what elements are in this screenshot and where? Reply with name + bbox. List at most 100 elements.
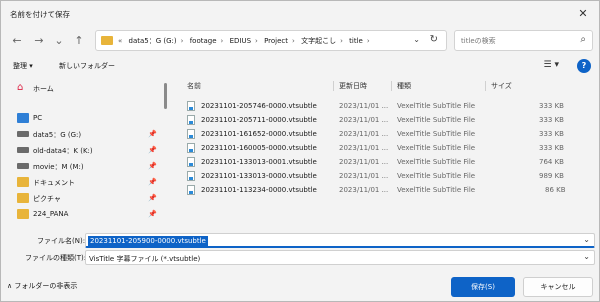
column-header-date[interactable]: 更新日時	[339, 81, 367, 91]
search-input[interactable]: titleの検索 ⌕	[454, 30, 593, 51]
file-size: 333 KB	[539, 144, 564, 152]
file-row[interactable]: 20231101-133013-0001.vtsubtle 2023/11/01…	[177, 155, 595, 169]
close-icon[interactable]: ✕	[575, 6, 591, 22]
up-arrow-icon[interactable]: ↑	[71, 33, 87, 49]
hide-folders-toggle[interactable]: ∧ フォルダーの非表示	[7, 281, 77, 291]
sidebar-item-data5[interactable]: data5：G (G:) 📌	[15, 127, 161, 143]
help-icon[interactable]: ?	[577, 59, 591, 73]
file-size: 86 KB	[545, 186, 566, 194]
file-type: VexelTitle SubTitle File	[397, 116, 476, 124]
file-size: 333 KB	[539, 130, 564, 138]
file-name: 20231101-160005-0000.vtsubtle	[201, 144, 317, 152]
navigation-pane: ⌂ ホーム PC data5：G (G:) 📌 old-data4：K (K:)…	[1, 77, 165, 225]
forward-arrow-icon[interactable]: →	[31, 33, 47, 49]
folder-icon	[17, 177, 29, 187]
subtitle-file-icon	[187, 143, 195, 153]
breadcrumb-item[interactable]: footage	[190, 37, 217, 45]
chevron-down-icon[interactable]: ⌄	[583, 252, 590, 261]
organize-button[interactable]: 整理 ▾	[13, 61, 33, 71]
file-row[interactable]: 20231101-205746-0000.vtsubtle 2023/11/01…	[177, 99, 595, 113]
save-options-panel: ファイル名(N): 20231101-205900-0000.vtsubtle …	[1, 225, 599, 302]
file-type: VexelTitle SubTitle File	[397, 186, 476, 194]
save-as-dialog: 名前を付けて保存 ✕ ← → ⌄ ↑ « data5：G (G:) › foota…	[0, 0, 600, 302]
column-header-name[interactable]: 名前	[187, 81, 201, 91]
refresh-icon[interactable]: ↻	[430, 34, 438, 45]
breadcrumb-item[interactable]: Project	[264, 37, 288, 45]
breadcrumb-overflow[interactable]: «	[118, 37, 122, 45]
filetype-value: VisTitle 字幕ファイル (*.vtsubtle)	[89, 255, 201, 263]
pin-icon[interactable]: 📌	[148, 210, 157, 218]
sidebar-item-documents[interactable]: ドキュメント 📌	[15, 175, 161, 191]
sidebar-item-label: 224_PANA	[33, 210, 69, 218]
filename-field[interactable]: 20231101-205900-0000.vtsubtle ⌄	[85, 233, 595, 248]
breadcrumb-item[interactable]: 文字起こし	[301, 37, 336, 45]
file-type: VexelTitle SubTitle File	[397, 102, 476, 110]
navigation-bar: ← → ⌄ ↑ « data5：G (G:) › footage › EDIUS › …	[1, 27, 599, 55]
filetype-select[interactable]: VisTitle 字幕ファイル (*.vtsubtle) ⌄	[85, 250, 595, 265]
sidebar-item-home[interactable]: ⌂ ホーム	[15, 81, 161, 97]
breadcrumb-item[interactable]: data5：G (G:)	[129, 37, 177, 45]
new-folder-button[interactable]: 新しいフォルダー	[59, 61, 115, 71]
home-icon: ⌂	[17, 82, 24, 93]
breadcrumb-item[interactable]: title	[349, 37, 363, 45]
sidebar-item-224-pana[interactable]: 224_PANA 📌	[15, 207, 161, 223]
sidebar-item-pictures[interactable]: ピクチャ 📌	[15, 191, 161, 207]
file-date: 2023/11/01 ...	[339, 116, 389, 124]
recent-locations-chevron-icon[interactable]: ⌄	[51, 33, 67, 49]
sidebar-item-label: old-data4：K (K:)	[33, 147, 93, 155]
file-row[interactable]: 20231101-161652-0000.vtsubtle 2023/11/01…	[177, 127, 595, 141]
address-bar[interactable]: « data5：G (G:) › footage › EDIUS › Project ›…	[95, 30, 447, 51]
back-arrow-icon[interactable]: ←	[9, 33, 25, 49]
breadcrumb-item[interactable]: EDIUS	[230, 37, 251, 45]
cancel-button[interactable]: キャンセル	[523, 277, 593, 297]
file-name: 20231101-133013-0001.vtsubtle	[201, 158, 317, 166]
sidebar-item-label: ホーム	[33, 85, 54, 93]
pin-icon[interactable]: 📌	[148, 146, 157, 154]
chevron-down-icon[interactable]: ⌄	[583, 235, 590, 244]
save-button[interactable]: 保存(S)	[451, 277, 515, 297]
file-name: 20231101-133013-0000.vtsubtle	[201, 172, 317, 180]
folder-icon	[17, 193, 29, 203]
drive-icon	[17, 131, 29, 137]
sidebar-scrollbar[interactable]	[164, 83, 167, 109]
file-name: 20231101-113234-0000.vtsubtle	[201, 186, 317, 194]
file-size: 989 KB	[539, 172, 564, 180]
file-row[interactable]: 20231101-160005-0000.vtsubtle 2023/11/01…	[177, 141, 595, 155]
subtitle-file-icon	[187, 185, 195, 195]
file-row[interactable]: 20231101-113234-0000.vtsubtle 2023/11/01…	[177, 183, 595, 197]
file-type: VexelTitle SubTitle File	[397, 172, 476, 180]
address-dropdown-icon[interactable]: ⌄	[413, 35, 420, 44]
subtitle-file-icon	[187, 129, 195, 139]
pin-icon[interactable]: 📌	[148, 194, 157, 202]
file-date: 2023/11/01 ...	[339, 144, 389, 152]
file-row[interactable]: 20231101-205711-0000.vtsubtle 2023/11/01…	[177, 113, 595, 127]
pin-icon[interactable]: 📌	[148, 162, 157, 170]
sidebar-item-label: ピクチャ	[33, 195, 61, 203]
sidebar-item-pc[interactable]: PC	[15, 111, 161, 127]
title-bar: 名前を付けて保存 ✕	[1, 1, 599, 27]
sidebar-item-label: movie：M (M:)	[33, 163, 84, 171]
file-type: VexelTitle SubTitle File	[397, 158, 476, 166]
file-date: 2023/11/01 ...	[339, 158, 389, 166]
column-header-type[interactable]: 種類	[397, 81, 411, 91]
sidebar-item-label: PC	[33, 114, 43, 122]
file-size: 333 KB	[539, 102, 564, 110]
view-options-icon[interactable]: ☰ ▾	[544, 60, 559, 70]
file-name: 20231101-205711-0000.vtsubtle	[201, 116, 317, 124]
drive-icon	[17, 163, 29, 169]
file-date: 2023/11/01 ...	[339, 102, 389, 110]
file-row[interactable]: 20231101-133013-0000.vtsubtle 2023/11/01…	[177, 169, 595, 183]
pin-icon[interactable]: 📌	[148, 130, 157, 138]
column-header-size[interactable]: サイズ	[491, 81, 512, 91]
search-icon: ⌕	[580, 34, 586, 45]
folder-icon	[17, 209, 29, 219]
sidebar-item-old-data4[interactable]: old-data4：K (K:) 📌	[15, 143, 161, 159]
subtitle-file-icon	[187, 115, 195, 125]
subtitle-file-icon	[187, 171, 195, 181]
sidebar-item-movie[interactable]: movie：M (M:) 📌	[15, 159, 161, 175]
command-bar: 整理 ▾ 新しいフォルダー ☰ ▾ ?	[1, 57, 599, 77]
file-name: 20231101-161652-0000.vtsubtle	[201, 130, 317, 138]
pc-icon	[17, 113, 29, 123]
breadcrumb: « data5：G (G:) › footage › EDIUS › Project ›…	[118, 37, 370, 45]
pin-icon[interactable]: 📌	[148, 178, 157, 186]
